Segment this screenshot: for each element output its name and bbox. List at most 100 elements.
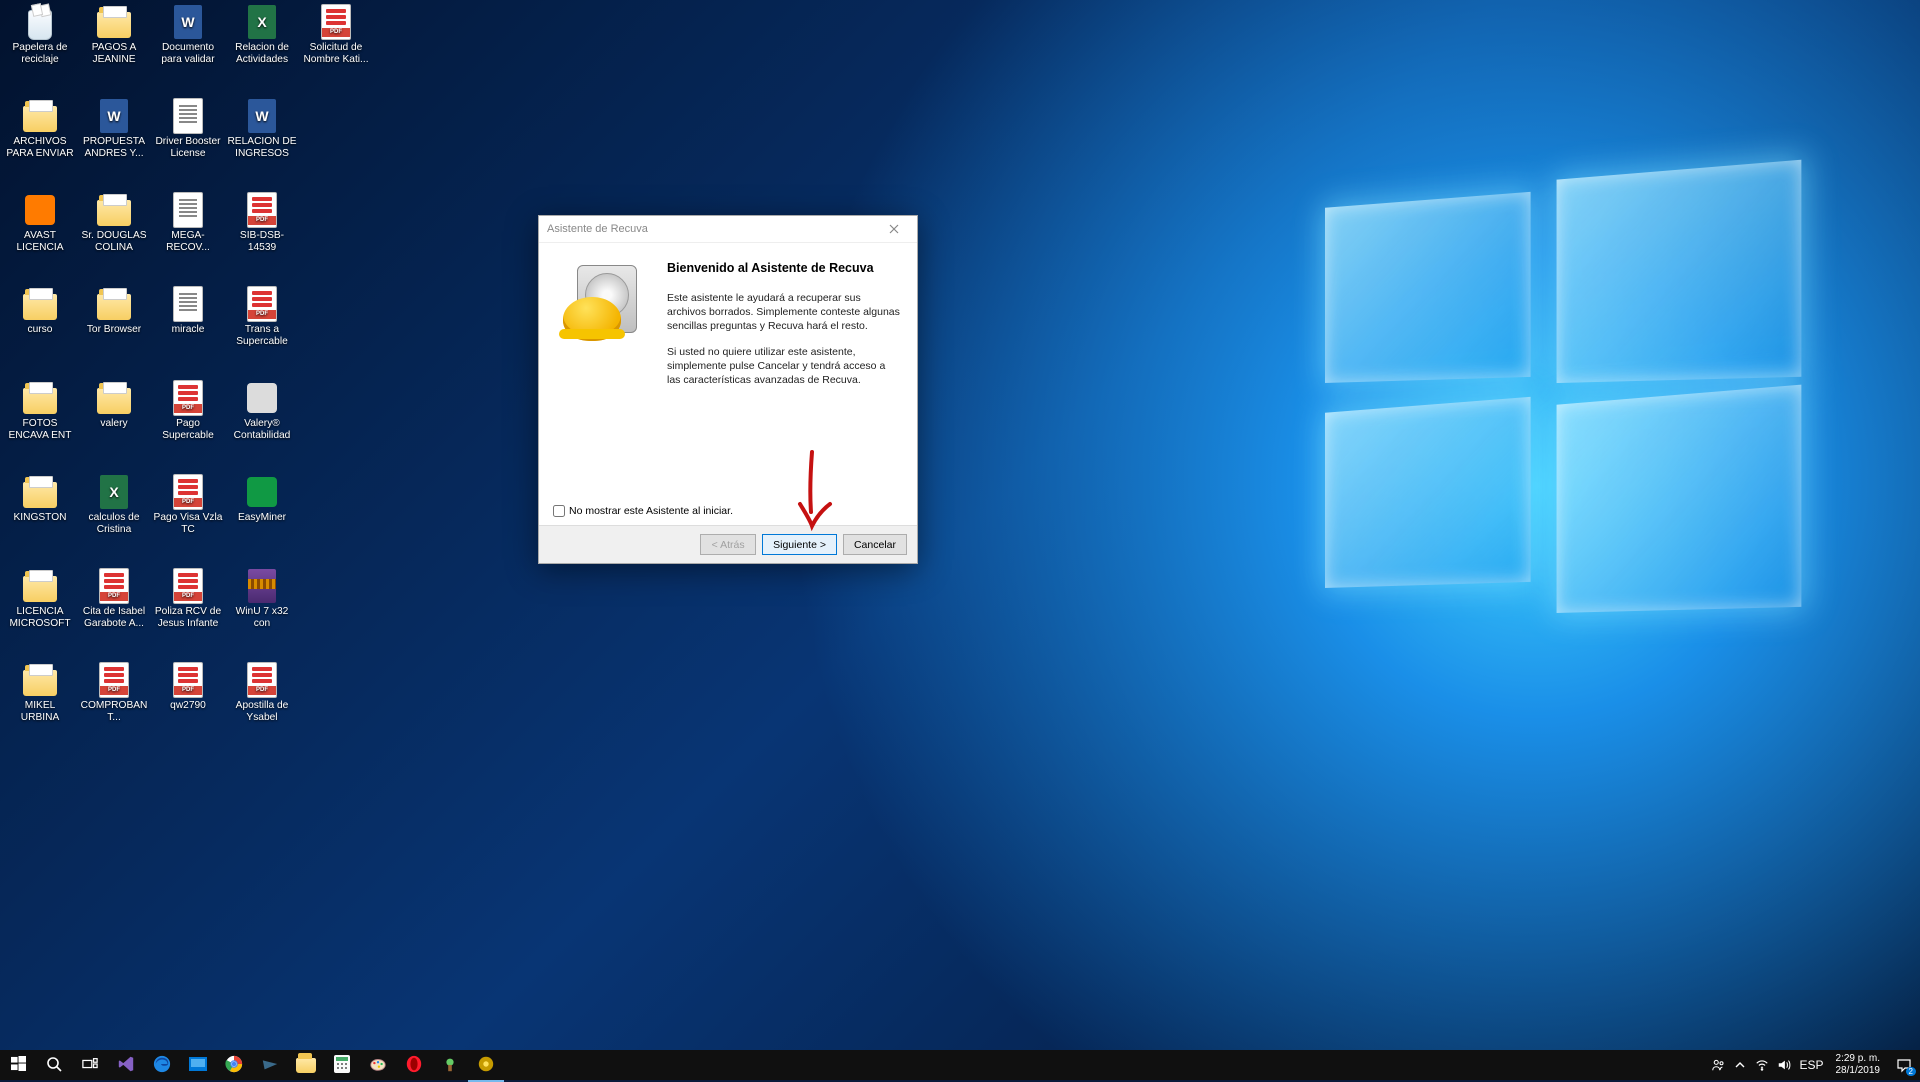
wifi-icon[interactable] <box>1751 1050 1773 1080</box>
desktop-icon-label: AVAST LICENCIA <box>4 230 76 254</box>
desktop-icon[interactable]: WRELACION DE INGRESOS <box>226 98 298 160</box>
next-button[interactable]: Siguiente > <box>762 534 837 555</box>
close-icon <box>889 224 899 234</box>
dont-show-again-checkbox[interactable]: No mostrar este Asistente al iniciar. <box>553 505 733 517</box>
desktop-icon[interactable]: Pago Visa Vzla TC <box>152 474 224 536</box>
dont-show-again-input[interactable] <box>553 505 565 517</box>
file-icon <box>244 474 280 510</box>
people-icon[interactable] <box>1707 1050 1729 1080</box>
desktop-icon[interactable]: PAGOS A JEANINE <box>78 4 150 66</box>
desktop-icon[interactable]: qw2790 <box>152 662 224 712</box>
file-icon <box>170 286 206 322</box>
desktop-icon[interactable]: Driver Booster License <box>152 98 224 160</box>
taskbar-calculator-button[interactable] <box>324 1050 360 1080</box>
desktop-icon-label: curso <box>4 324 76 336</box>
desktop-icon[interactable]: valery <box>78 380 150 430</box>
taskbar-search-button[interactable] <box>36 1050 72 1080</box>
dialog-footer: < Atrás Siguiente > Cancelar <box>539 525 917 563</box>
cancel-button[interactable]: Cancelar <box>843 534 907 555</box>
desktop-icon[interactable]: SIB-DSB-14539 <box>226 192 298 254</box>
desktop-icon[interactable]: Trans a Supercable Di... <box>226 286 298 348</box>
paint-icon <box>369 1055 387 1076</box>
taskbar-taskview-button[interactable] <box>72 1050 108 1080</box>
desktop-icon[interactable]: Xcalculos de Cristina Informe <box>78 474 150 536</box>
file-icon <box>170 568 206 604</box>
desktop-icon[interactable]: curso <box>4 286 76 336</box>
start-icon <box>11 1056 26 1074</box>
file-icon <box>22 192 58 228</box>
desktop-icon[interactable]: WinU 7 x32 con Actualizaciones <box>226 568 298 630</box>
taskbar-steam-button[interactable] <box>252 1050 288 1080</box>
tray-overflow-icon[interactable] <box>1729 1050 1751 1080</box>
action-center-button[interactable]: 2 <box>1888 1050 1920 1080</box>
desktop-icon[interactable]: MIKEL URBINA <box>4 662 76 724</box>
system-tray[interactable]: ESP 2:29 p. m. 28/1/2019 2 <box>1707 1050 1920 1080</box>
close-button[interactable] <box>877 219 911 239</box>
file-icon <box>22 662 58 698</box>
dialog-titlebar[interactable]: Asistente de Recuva <box>539 216 917 243</box>
file-icon <box>22 286 58 322</box>
taskbar-chrome-button[interactable] <box>216 1050 252 1080</box>
desktop-icon-label: Relacion de Actividades Ca... <box>226 42 298 66</box>
desktop-icon[interactable]: FOTOS ENCAVA ENT 610 <box>4 380 76 442</box>
desktop-icon[interactable]: LICENCIA MICROSOFT <box>4 568 76 630</box>
taskbar-explorer-button[interactable] <box>288 1050 324 1080</box>
language-label: ESP <box>1799 1058 1823 1072</box>
desktop-icon[interactable]: Valery® Contabilidad <box>226 380 298 442</box>
desktop-icon-label: Pago Supercable Enero 2019 <box>152 418 224 442</box>
file-icon <box>96 380 132 416</box>
taskbar-visualstudio-button[interactable] <box>108 1050 144 1080</box>
clock-time: 2:29 p. m. <box>1836 1053 1881 1065</box>
taskbar-projectmyscreen-button[interactable] <box>180 1050 216 1080</box>
file-icon: W <box>96 98 132 134</box>
desktop-icon[interactable]: MEGA-RECOV... <box>152 192 224 254</box>
dialog-paragraph-2: Si usted no quiere utilizar este asisten… <box>667 345 901 387</box>
desktop-icon[interactable]: KINGSTON <box>4 474 76 524</box>
desktop-icon[interactable]: Poliza RCV de Jesus Infante <box>152 568 224 630</box>
desktop-icon[interactable]: WDocumento para validar titulos <box>152 4 224 66</box>
desktop-icon[interactable]: Tor Browser <box>78 286 150 336</box>
file-icon <box>244 192 280 228</box>
desktop[interactable]: Papelera de reciclajePAGOS A JEANINEWDoc… <box>0 0 1920 1080</box>
explorer-icon <box>296 1058 316 1073</box>
desktop-icon[interactable]: EasyMiner <box>226 474 298 524</box>
calculator-icon <box>334 1055 350 1076</box>
taskbar[interactable]: ESP 2:29 p. m. 28/1/2019 2 <box>0 1050 1920 1080</box>
language-indicator[interactable]: ESP <box>1795 1050 1827 1080</box>
taskbar-edge-button[interactable] <box>144 1050 180 1080</box>
desktop-icon[interactable]: AVAST LICENCIA <box>4 192 76 254</box>
opera-icon <box>405 1055 423 1076</box>
desktop-icon[interactable]: miracle <box>152 286 224 336</box>
desktop-icon[interactable]: WPROPUESTA ANDRES Y... <box>78 98 150 160</box>
desktop-icon[interactable]: Solicitud de Nombre Kati... <box>300 4 372 66</box>
volume-icon[interactable] <box>1773 1050 1795 1080</box>
edge-icon <box>153 1055 171 1076</box>
desktop-icon[interactable]: Apostilla de Ysabel Garabote <box>226 662 298 724</box>
desktop-icon-label: ARCHIVOS PARA ENVIAR POR C... <box>4 136 76 160</box>
desktop-icon[interactable]: COMPROBANT... <box>78 662 150 724</box>
desktop-icon-label: EasyMiner <box>226 512 298 524</box>
desktop-icon-label: MEGA-RECOV... <box>152 230 224 254</box>
file-icon <box>170 98 206 134</box>
taskbar-app-green-button[interactable] <box>432 1050 468 1080</box>
file-icon: X <box>96 474 132 510</box>
taskbar-opera-button[interactable] <box>396 1050 432 1080</box>
desktop-icon-label: MIKEL URBINA <box>4 700 76 724</box>
taskbar-paint-button[interactable] <box>360 1050 396 1080</box>
desktop-icon[interactable]: Cita de Isabel Garabote A... <box>78 568 150 630</box>
taskview-icon <box>82 1056 98 1075</box>
taskbar-recuva-button[interactable] <box>468 1050 504 1082</box>
clock[interactable]: 2:29 p. m. 28/1/2019 <box>1828 1053 1889 1077</box>
desktop-icon-label: PROPUESTA ANDRES Y... <box>78 136 150 160</box>
desktop-icon[interactable]: Papelera de reciclaje <box>4 4 76 66</box>
desktop-icon[interactable]: ARCHIVOS PARA ENVIAR POR C... <box>4 98 76 160</box>
recuva-icon <box>477 1055 495 1076</box>
desktop-icon[interactable]: Pago Supercable Enero 2019 <box>152 380 224 442</box>
desktop-icon[interactable]: XRelacion de Actividades Ca... <box>226 4 298 66</box>
taskbar-start-button[interactable] <box>0 1050 36 1080</box>
file-icon <box>244 662 280 698</box>
file-icon <box>244 568 280 604</box>
desktop-icon[interactable]: Sr. DOUGLAS COLINA <box>78 192 150 254</box>
projectmyscreen-icon <box>189 1057 207 1074</box>
desktop-icon-label: FOTOS ENCAVA ENT 610 <box>4 418 76 442</box>
